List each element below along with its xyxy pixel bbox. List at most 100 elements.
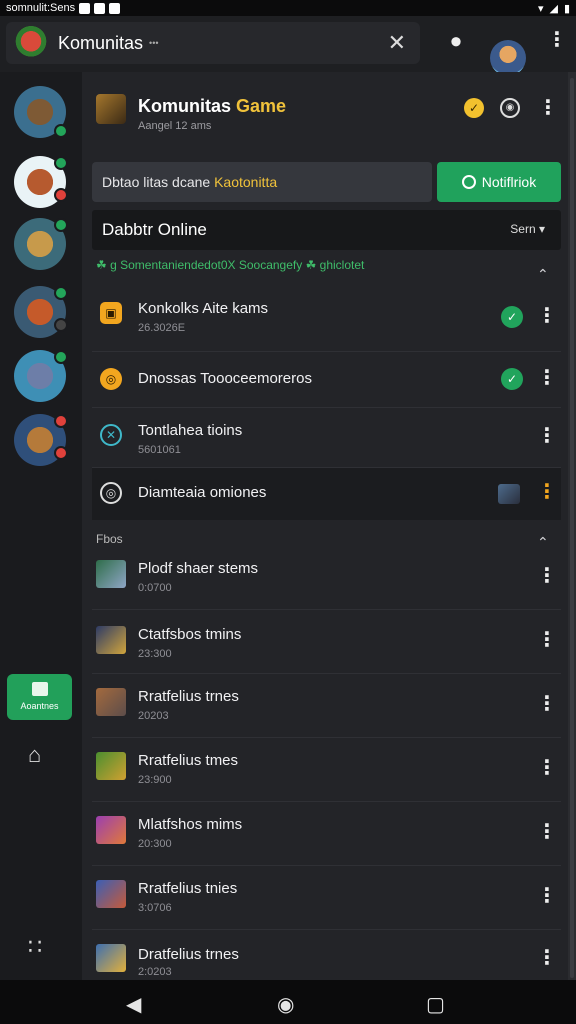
app-logo: [14, 26, 48, 60]
page-title-main: Komunitas: [138, 96, 237, 116]
more-options-icon[interactable]: ⋮: [537, 630, 557, 650]
alert-badge-icon: [54, 414, 68, 428]
game-subtitle: 2:0203: [138, 966, 172, 978]
incognito-icon[interactable]: ⚫: [443, 30, 469, 56]
app-icon: [109, 2, 121, 14]
settings-icon[interactable]: ◉: [500, 98, 520, 118]
close-icon[interactable]: ✕: [388, 30, 406, 56]
communities-label: Aoantnes: [20, 701, 59, 711]
notice-highlight: Kaotonitta: [214, 174, 278, 190]
game-thumbnail: [96, 94, 126, 124]
more-options-icon[interactable]: ⋮: [537, 566, 557, 586]
communities-button[interactable]: Aoantnes: [7, 674, 72, 720]
search-subtitle: •••: [149, 38, 159, 48]
game-subtitle: 20:300: [138, 838, 172, 850]
recents-icon[interactable]: ▢: [426, 992, 445, 1017]
channel-icon: ◎: [100, 482, 122, 504]
channel-subtitle: 5601061: [138, 444, 181, 456]
status-bar: somnulit:Sens ▾ ◢ ▮: [0, 0, 576, 16]
game-title: Rratfelius tmes: [138, 752, 239, 769]
alert-badge-icon: [54, 188, 68, 202]
avatar[interactable]: [490, 40, 526, 76]
more-options-icon[interactable]: ⋮: [537, 368, 557, 388]
game-subtitle: 20203: [138, 710, 169, 722]
page-title-highlight: Game: [236, 96, 287, 116]
notice-text: Dbtao litas dcane: [102, 174, 215, 190]
home-button-icon[interactable]: ◉: [277, 992, 294, 1017]
more-options-icon[interactable]: ⋮: [537, 758, 557, 778]
game-row[interactable]: Rratfelius trnes 20203 ⋮: [92, 674, 561, 738]
page-subtitle: Aangel 12 ams: [138, 120, 212, 132]
game-thumbnail: [96, 626, 126, 654]
more-options-icon[interactable]: ⋮: [537, 426, 557, 446]
search-title: Komunitas: [58, 32, 144, 53]
more-options-icon[interactable]: ⋮: [537, 822, 557, 842]
game-subtitle: 23:900: [138, 774, 172, 786]
online-bar[interactable]: Dabbtr Online Sern ▾: [92, 210, 561, 250]
game-thumbnail: [96, 560, 126, 588]
more-options-icon[interactable]: ⋮: [537, 306, 557, 326]
channel-icon: ◎: [100, 368, 122, 390]
scrollbar-thumb[interactable]: [570, 78, 574, 978]
top-bar: Komunitas ••• ✕ ⚫ ⋮: [0, 16, 576, 76]
community-header: Komunitas Game Aangel 12 ams ✓ ◉ ⋮: [82, 72, 568, 148]
sort-dropdown[interactable]: Sern ▾: [510, 222, 545, 236]
channel-title: Diamteaia omiones: [138, 484, 267, 501]
check-icon: ✓: [501, 368, 523, 390]
channel-subtitle: 26.3026E: [138, 322, 186, 334]
more-options-icon[interactable]: ⋮: [538, 98, 558, 118]
channel-row[interactable]: ✕ Tontlahea tioins 5601061 ⋮: [92, 408, 561, 468]
game-title: Plodf shaer stems: [138, 560, 259, 577]
channel-icon: ✕: [100, 424, 122, 446]
game-row[interactable]: Plodf shaer stems 0:0700 ⋮: [92, 546, 561, 610]
online-badge-icon: [54, 156, 68, 170]
app-icon: [94, 2, 106, 14]
online-title: Dabbtr Online: [102, 220, 207, 239]
battery-icon: ▮: [563, 2, 570, 15]
game-row[interactable]: Rratfelius tnies 3:0706 ⋮: [92, 866, 561, 930]
online-badge-icon: [54, 124, 68, 138]
channel-row[interactable]: ▣ Konkolks Aite kams 26.3026E ✓ ⋮: [92, 288, 561, 352]
game-title: Mlatfshos mims: [138, 816, 243, 833]
system-nav-bar: ◀ ◉ ▢: [0, 980, 576, 1024]
boost-icon[interactable]: ✓: [464, 98, 484, 118]
game-row[interactable]: Dratfelius trnes 2:0203 ⋮: [92, 930, 561, 980]
signal-icon: ◢: [549, 2, 558, 15]
apps-grid-icon[interactable]: ∷: [28, 934, 42, 960]
community-panel: Komunitas Game Aangel 12 ams ✓ ◉ ⋮ Dbtao…: [82, 72, 568, 980]
game-row[interactable]: Mlatfshos mims 20:300 ⋮: [92, 802, 561, 866]
game-title: Dratfelius trnes: [138, 946, 239, 963]
game-subtitle: 3:0706: [138, 902, 172, 914]
chat-icon: [31, 682, 48, 696]
notification-button[interactable]: Notiflriok: [437, 162, 561, 202]
section-label: Fbos: [96, 532, 123, 546]
channel-title: Dnossas Toooceemoreros: [138, 370, 312, 387]
channel-title: Tontlahea tioins: [138, 422, 243, 439]
channel-title: Konkolks Aite kams: [138, 300, 269, 317]
alert-badge-icon: [54, 446, 68, 460]
game-row[interactable]: Rratfelius tmes 23:900 ⋮: [92, 738, 561, 802]
game-subtitle: 23:300: [138, 648, 172, 660]
game-row[interactable]: Ctatfsbos tmins 23:300 ⋮: [92, 610, 561, 674]
server-rail: Aoantnes ⌂ ∷: [0, 72, 82, 980]
home-icon[interactable]: ⌂: [28, 742, 41, 768]
bell-icon: [461, 175, 476, 189]
more-options-icon[interactable]: ⋮: [544, 30, 570, 56]
channel-thumbnail: [498, 484, 520, 504]
game-thumbnail: [96, 816, 126, 844]
online-badge-icon: [54, 286, 68, 300]
more-options-icon[interactable]: ⋮: [537, 694, 557, 714]
more-options-icon[interactable]: ⋮: [537, 948, 557, 968]
more-options-icon[interactable]: ⋮: [537, 886, 557, 906]
channel-row[interactable]: ◎ Dnossas Toooceemoreros ✓ ⋮: [92, 352, 561, 408]
more-options-icon[interactable]: ⋮: [537, 482, 557, 502]
scrollbar[interactable]: [568, 72, 576, 980]
back-icon[interactable]: ◀: [126, 992, 141, 1017]
channel-row[interactable]: ◎ Diamteaia omiones ⋮: [92, 468, 561, 520]
online-badge-icon: [54, 350, 68, 364]
check-icon: ✓: [501, 306, 523, 328]
notification-label: Notiflriok: [481, 174, 537, 190]
collapse-icon[interactable]: ⌃: [537, 266, 549, 283]
channel-icon: ▣: [100, 302, 122, 324]
search-box[interactable]: Komunitas ••• ✕: [6, 22, 420, 64]
